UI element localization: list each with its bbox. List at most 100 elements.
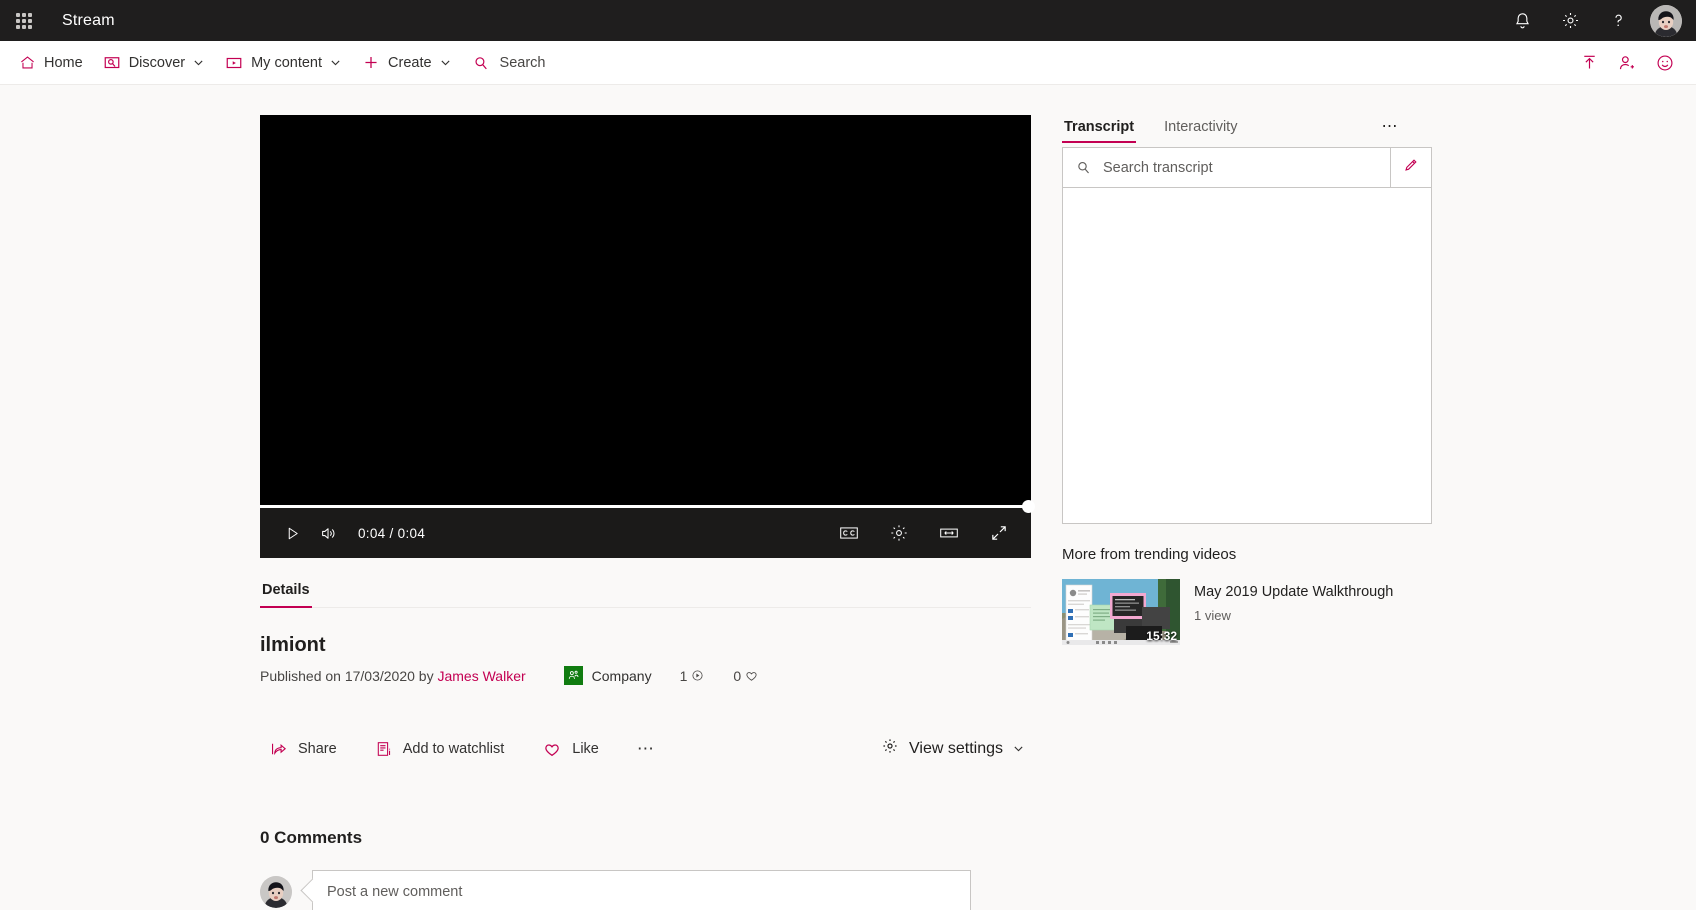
company-badge: Company <box>563 666 652 685</box>
chevron-down-icon <box>1013 743 1025 755</box>
search-icon <box>1075 159 1092 176</box>
search-transcript-placeholder: Search transcript <box>1103 159 1213 176</box>
author-link[interactable]: James Walker <box>437 668 525 684</box>
published-prefix: Published on 17/03/2020 by <box>260 667 434 684</box>
home-icon <box>18 54 36 72</box>
side-panel: Transcript Interactivity ⋯ Search transc… <box>1062 85 1442 909</box>
company-group-icon <box>563 666 583 685</box>
chevron-down-icon <box>193 57 205 69</box>
play-icon[interactable] <box>274 515 310 551</box>
add-person-icon[interactable] <box>1608 41 1646 85</box>
nav-item-discover[interactable]: Discover <box>93 41 215 85</box>
nav-item-home[interactable]: Home <box>8 41 93 85</box>
heart-icon <box>746 672 757 681</box>
video-progress-bar[interactable] <box>260 500 1035 513</box>
like-label: Like <box>572 740 599 757</box>
nav-item-create-label: Create <box>388 54 432 71</box>
time-separator: / <box>389 525 394 541</box>
my-content-icon <box>225 54 243 72</box>
video-column: 0:04 / 0:04 Details ilmiont Published on… <box>0 85 1062 910</box>
transcript-list[interactable] <box>1062 188 1432 524</box>
chevron-down-icon <box>330 57 342 69</box>
video-actions-row: Share Add to watchlist Like ⋯ View setti… <box>260 731 1031 766</box>
transcript-search-row: Search transcript <box>1062 147 1432 188</box>
panel-more-ellipsis-icon[interactable]: ⋯ <box>1376 113 1404 139</box>
player-settings-gear-icon[interactable] <box>881 515 917 551</box>
video-meta-row: Published on 17/03/2020 by James Walker … <box>260 666 1062 685</box>
view-settings-label: View settings <box>909 739 1003 757</box>
mini-player-icon[interactable] <box>931 515 967 551</box>
search-icon <box>472 54 490 72</box>
fullscreen-icon[interactable] <box>981 515 1017 551</box>
panel-tab-strip: Transcript Interactivity ⋯ <box>1062 115 1404 143</box>
play-circle-icon <box>692 670 703 681</box>
heart-icon <box>542 739 562 759</box>
video-thumbnail: 15:32 <box>1062 579 1180 645</box>
comment-input[interactable]: Post a new comment <box>312 870 971 910</box>
video-player[interactable]: 0:04 / 0:04 <box>260 115 1035 558</box>
commenter-avatar <box>260 876 292 908</box>
gear-icon <box>881 737 899 760</box>
main-nav-bar: Home Discover My content Create Search <box>0 41 1696 85</box>
like-button[interactable]: Like <box>532 733 609 765</box>
tab-interactivity[interactable]: Interactivity <box>1162 115 1239 143</box>
upload-icon[interactable] <box>1570 41 1608 85</box>
list-item[interactable]: 15:32 May 2019 Update Walkthrough 1 view <box>1062 579 1442 645</box>
view-count-stat: 1 <box>680 668 706 684</box>
nav-item-home-label: Home <box>44 54 83 71</box>
video-timecode: 0:04 / 0:04 <box>358 526 425 541</box>
volume-icon[interactable] <box>310 515 346 551</box>
tab-details[interactable]: Details <box>260 572 312 608</box>
view-count: 1 <box>679 667 688 684</box>
settings-gear-icon[interactable] <box>1546 0 1594 41</box>
nav-item-my-content[interactable]: My content <box>215 41 352 85</box>
more-actions-button[interactable]: ⋯ <box>627 734 666 763</box>
search-transcript-input[interactable]: Search transcript <box>1062 147 1391 188</box>
user-avatar-image <box>1650 4 1682 37</box>
notifications-bell-icon[interactable] <box>1498 0 1546 41</box>
current-time: 0:04 <box>358 525 386 541</box>
trending-meta: May 2019 Update Walkthrough 1 view <box>1194 579 1393 645</box>
search-input[interactable]: Search <box>462 41 556 85</box>
like-count-stat: 0 <box>733 668 759 684</box>
share-icon <box>270 740 288 758</box>
progress-fill <box>260 505 1031 508</box>
nav-bar-actions <box>1570 41 1696 85</box>
search-placeholder: Search <box>499 54 546 71</box>
comments-heading: 0 Comments <box>260 828 363 847</box>
page-body: 0:04 / 0:04 Details ilmiont Published on… <box>0 85 1696 910</box>
suite-bar: Stream <box>0 0 1696 41</box>
page-title: ilmiont <box>260 634 326 656</box>
watchlist-icon <box>375 740 393 758</box>
closed-captions-icon[interactable] <box>831 515 867 551</box>
trending-video-title[interactable]: May 2019 Update Walkthrough <box>1194 583 1393 603</box>
watchlist-label: Add to watchlist <box>402 740 505 757</box>
progress-handle[interactable] <box>1022 500 1035 513</box>
nav-item-create[interactable]: Create <box>352 41 462 85</box>
trending-video-views: 1 view <box>1194 607 1231 623</box>
tab-transcript[interactable]: Transcript <box>1062 115 1137 143</box>
add-to-watchlist-button[interactable]: Add to watchlist <box>365 734 515 764</box>
app-launcher-icon[interactable] <box>0 0 48 41</box>
help-question-icon[interactable] <box>1594 0 1642 41</box>
duration: 0:04 <box>397 525 426 541</box>
nav-item-discover-label: Discover <box>128 54 186 71</box>
plus-icon <box>362 54 380 72</box>
chevron-down-icon <box>440 57 452 69</box>
avatar[interactable] <box>1642 0 1690 41</box>
feedback-smiley-icon[interactable] <box>1646 41 1684 85</box>
video-duration: 15:32 <box>1146 629 1177 643</box>
player-right-controls <box>831 515 1017 551</box>
more-ellipsis-icon: ⋯ <box>636 739 656 758</box>
comment-composer: Post a new comment <box>260 870 1062 910</box>
view-settings-button[interactable]: View settings <box>875 731 1031 766</box>
like-count: 0 <box>733 667 742 684</box>
share-label: Share <box>298 740 337 757</box>
share-button[interactable]: Share <box>260 734 347 764</box>
trending-heading: More from trending videos <box>1062 546 1237 563</box>
video-surface[interactable] <box>260 115 1031 504</box>
edit-transcript-button[interactable] <box>1391 147 1432 188</box>
company-label: Company <box>591 667 652 684</box>
discover-icon <box>103 54 121 72</box>
player-controls: 0:04 / 0:04 <box>260 508 1031 558</box>
